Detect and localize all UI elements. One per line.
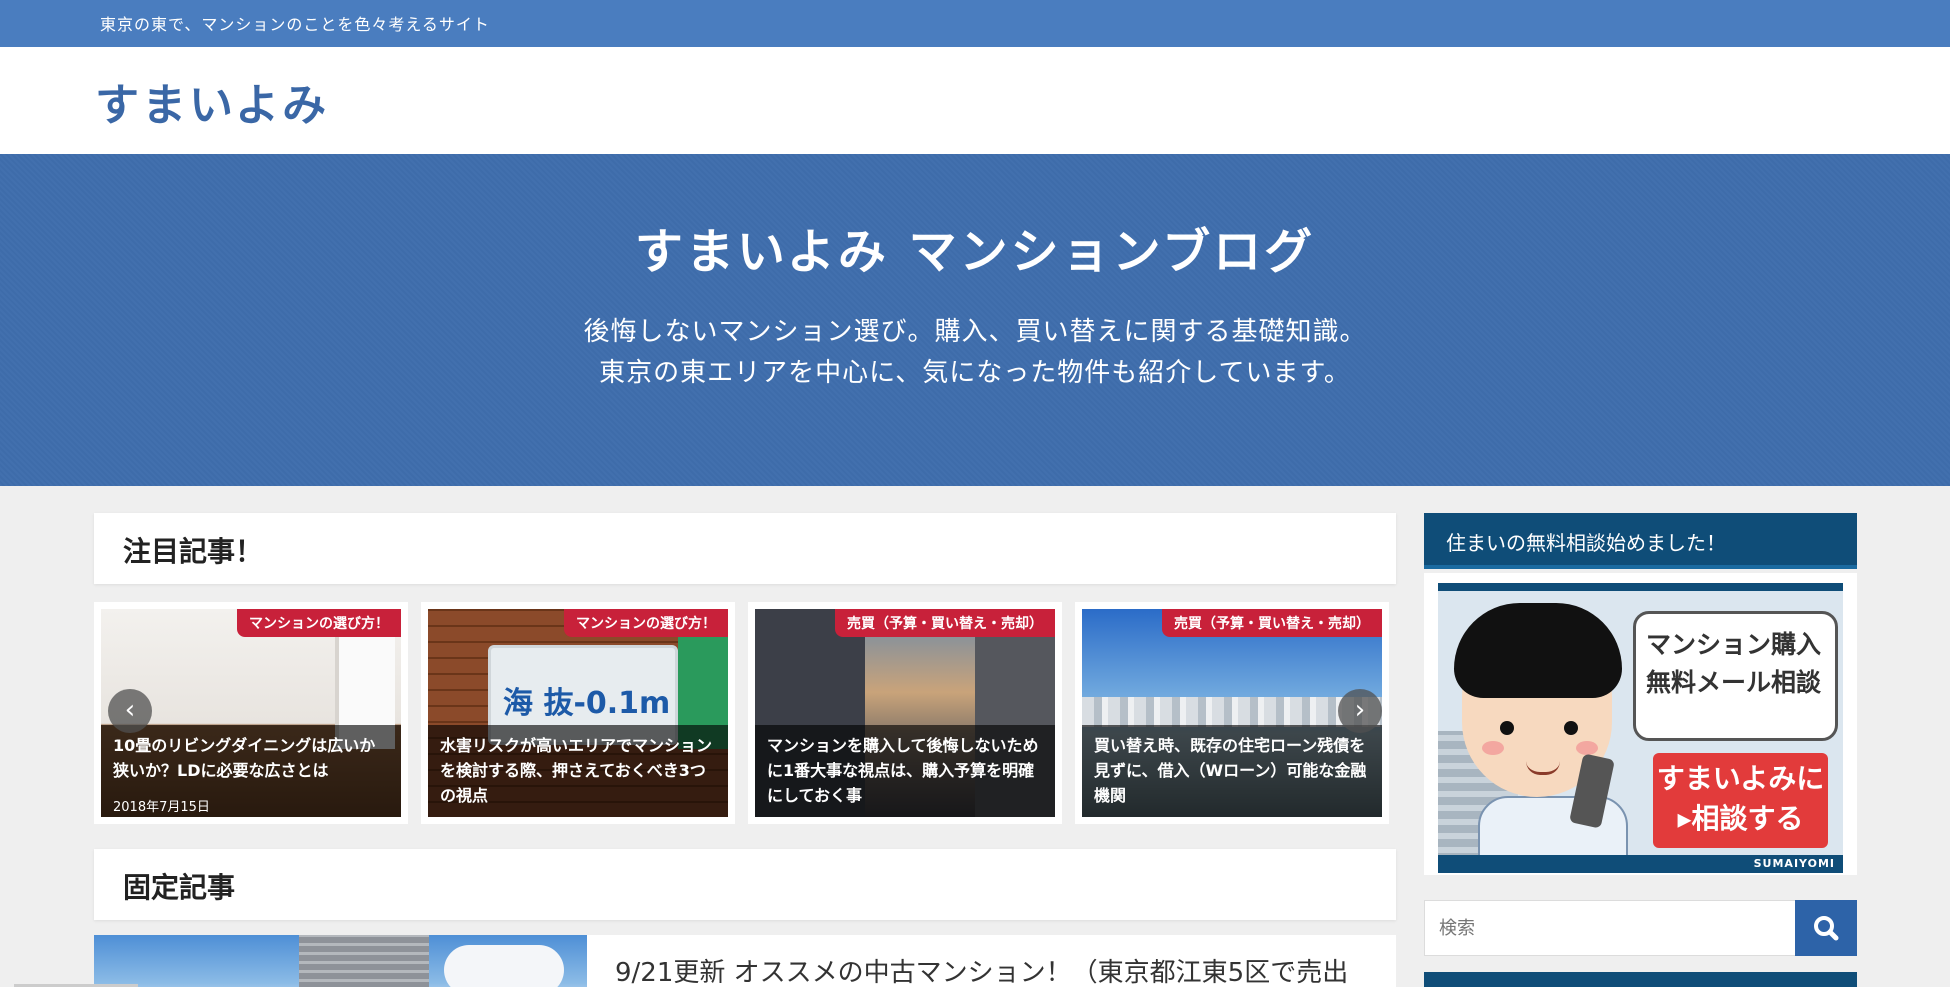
brand-strip: SUMAIYOMI <box>1438 855 1843 873</box>
card-image[interactable]: 海 抜-0.1m マンションの選び方！ 水害リスクが高いエリアでマンションを検討… <box>428 609 728 817</box>
cta-line-1: すまいよみに <box>1656 762 1825 795</box>
consult-cta-button[interactable]: すまいよみに ▸相談する <box>1653 753 1828 848</box>
search-input[interactable] <box>1425 901 1795 955</box>
bubble-line-2: 無料メール相談 <box>1646 668 1822 697</box>
speech-bubble: マンション購入 無料メール相談 <box>1633 611 1838 741</box>
search-box <box>1424 900 1857 956</box>
card-title[interactable]: マンションを購入して後悔しないために1番大事な視点は、購入予算を明確にしておく事 <box>767 733 1043 808</box>
card-title[interactable]: 買い替え時、既存の住宅ローン残債を見ずに、借入（Wローン）可能な金融機関 <box>1094 733 1370 808</box>
site-header: すまいよみ <box>0 47 1950 154</box>
search-button[interactable] <box>1795 900 1857 956</box>
card-date: 2018年7月15日 <box>113 800 210 815</box>
hero-title: すまいよみ マンションブログ <box>634 224 1316 280</box>
character-eye <box>1564 721 1578 735</box>
category-badge[interactable]: マンションの選び方！ <box>237 609 401 637</box>
hero-line-1: 後悔しないマンション選び。購入、買い替えに関する基礎知識。 <box>583 317 1367 347</box>
featured-card[interactable]: 売買（予算・買い替え・売却） マンションを購入して後悔しないために1番大事な視点… <box>748 602 1062 824</box>
hero-line-2: 東京の東エリアを中心に、気になった物件も紹介しています。 <box>599 358 1351 388</box>
hero-description: 後悔しないマンション選び。購入、買い替えに関する基礎知識。 東京の東エリアを中心… <box>0 312 1950 394</box>
post-title[interactable]: 9/21更新 オススメの中古マンション！（東京都江東5区で売出 <box>615 952 1348 987</box>
consult-banner[interactable]: マンション購入 無料メール相談 すまいよみに ▸相談する SUMAIYOMI <box>1424 573 1857 875</box>
chevron-right-icon[interactable]: › <box>1338 689 1382 733</box>
main-content: 注目記事！ マンションの選び方！ 10畳のリビングダイニングは広いか狭いか？LD… <box>94 513 1396 987</box>
site-tagline: 東京の東で、マンションのことを色々考えるサイト <box>100 15 490 34</box>
sign-text: 海 抜-0.1m <box>503 686 671 721</box>
card-caption[interactable]: 水害リスクが高いエリアでマンションを検討する際、押さえておくべき3つの視点 <box>428 725 728 817</box>
character-hair <box>1454 603 1622 698</box>
banner-image[interactable]: マンション購入 無料メール相談 すまいよみに ▸相談する SUMAIYOMI <box>1438 583 1843 873</box>
card-caption[interactable]: マンションを購入して後悔しないために1番大事な視点は、購入予算を明確にしておく事 <box>755 725 1055 817</box>
fixed-post[interactable]: 9/21更新 オススメの中古マンション！（東京都江東5区で売出 <box>94 935 1396 987</box>
tower-graphic <box>299 935 429 987</box>
skyline-graphic <box>1082 697 1382 727</box>
card-caption[interactable]: 買い替え時、既存の住宅ローン残債を見ずに、借入（Wローン）可能な金融機関 <box>1082 725 1382 817</box>
bubble-line-1: マンション購入 <box>1646 630 1822 659</box>
card-title[interactable]: 水害リスクが高いエリアでマンションを検討する際、押さえておくべき3つの視点 <box>440 733 716 808</box>
character-cheek <box>1576 741 1598 755</box>
character-eye <box>1500 721 1514 735</box>
featured-card[interactable]: 海 抜-0.1m マンションの選び方！ 水害リスクが高いエリアでマンションを検討… <box>421 602 735 824</box>
search-icon[interactable] <box>1795 900 1857 956</box>
cloud-graphic <box>444 945 564 987</box>
post-thumbnail[interactable] <box>94 935 587 987</box>
hero-banner: すまいよみ マンションブログ 後悔しないマンション選び。購入、買い替えに関する基… <box>0 154 1950 486</box>
fixed-heading-box: 固定記事 <box>94 849 1396 920</box>
category-badge[interactable]: 売買（予算・買い替え・売却） <box>835 609 1055 637</box>
top-bar: 東京の東で、マンションのことを色々考えるサイト <box>0 0 1950 47</box>
chevron-left-icon[interactable]: ‹ <box>108 689 152 733</box>
featured-heading: 注目記事！ <box>123 535 264 568</box>
card-title[interactable]: 10畳のリビングダイニングは広いか狭いか？LDに必要な広さとは <box>113 733 389 783</box>
fixed-heading: 固定記事 <box>123 871 236 904</box>
character-cheek <box>1482 741 1504 755</box>
card-image[interactable]: 売買（予算・買い替え・売却） マンションを購入して後悔しないために1番大事な視点… <box>755 609 1055 817</box>
featured-heading-box: 注目記事！ <box>94 513 1396 584</box>
featured-carousel: マンションの選び方！ 10畳のリビングダイニングは広いか狭いか？LDに必要な広さ… <box>94 602 1396 824</box>
card-image[interactable]: 売買（予算・買い替え・売却） 買い替え時、既存の住宅ローン残債を見ずに、借入（W… <box>1082 609 1382 817</box>
site-logo[interactable]: すまいよみ <box>95 69 329 133</box>
cta-line-2: ▸相談する <box>1677 802 1804 835</box>
category-badge[interactable]: マンションの選び方！ <box>564 609 728 637</box>
next-widget-heading <box>1424 972 1857 987</box>
sidebar: 住まいの無料相談始めました！ マンション購入 無料メール相談 すまいよみに ▸相… <box>1424 513 1857 987</box>
consult-heading: 住まいの無料相談始めました！ <box>1424 513 1857 569</box>
category-badge[interactable]: 売買（予算・買い替え・売却） <box>1162 609 1382 637</box>
